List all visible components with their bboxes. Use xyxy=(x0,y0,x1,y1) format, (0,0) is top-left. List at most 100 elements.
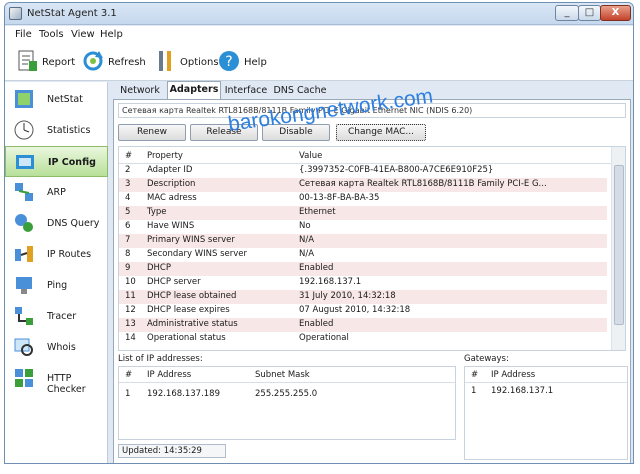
row-value: Operational xyxy=(299,333,349,343)
sidebar-item-ip-routes[interactable]: IP Routes xyxy=(5,239,108,270)
refresh-icon xyxy=(83,51,103,71)
row-number: 11 xyxy=(125,291,136,301)
sidebar-item-arp[interactable]: ARP xyxy=(5,177,108,208)
row-property: Adapter ID xyxy=(147,165,193,175)
row-number: 9 xyxy=(125,263,131,273)
report-label: Report xyxy=(42,57,76,68)
table-row[interactable]: 9 DHCP Enabled xyxy=(119,262,607,276)
status-updated: Updated: 14:35:29 xyxy=(118,444,226,458)
sidebar-item-tracer[interactable]: Tracer xyxy=(5,301,108,332)
row-number: 8 xyxy=(125,249,131,259)
col-value[interactable]: Value xyxy=(299,151,322,161)
gateways-label: Gateways: xyxy=(464,354,509,364)
table-row[interactable]: 6 Have WINS No xyxy=(119,220,607,234)
sidebar-item-statistics[interactable]: Statistics xyxy=(5,115,108,146)
gateways-list: # IP Address 1 192.168.137.1 xyxy=(464,366,628,460)
options-button[interactable]: Options xyxy=(153,49,219,75)
table-row[interactable]: 2 Adapter ID {.3997352-C0FB-41EA-B800-A7CE… xyxy=(119,164,607,178)
row-number: 5 xyxy=(125,207,131,217)
table-row[interactable]: 7 Primary WINS server N/A xyxy=(119,234,607,248)
menu-help[interactable]: Help xyxy=(100,29,123,40)
row-number: 12 xyxy=(125,305,136,315)
ip-routes-icon xyxy=(15,246,33,262)
sidebar-item-http-checker[interactable]: HTTP Checker xyxy=(5,363,108,395)
col-number[interactable]: # xyxy=(125,151,132,161)
report-button[interactable]: Report xyxy=(15,49,77,75)
sidebar-label: IP Routes xyxy=(47,249,92,260)
row-value: Enabled xyxy=(299,263,334,273)
gw-row-address: 192.168.137.1 xyxy=(491,386,554,396)
table-row[interactable]: 12 DHCP lease expires 07 August 2010, 14:3… xyxy=(119,304,607,318)
menu-view[interactable]: View xyxy=(71,29,95,40)
row-number: 14 xyxy=(125,333,136,343)
renew-button[interactable]: Renew xyxy=(118,124,186,141)
col-property[interactable]: Property xyxy=(147,151,183,161)
table-row[interactable]: 14 Operational status Operational xyxy=(119,332,607,346)
adapters-panel: Сетевая карта Realtek RTL8168B/8111B Fam… xyxy=(113,99,631,463)
row-property: Type xyxy=(147,207,167,217)
tab-network[interactable]: Network xyxy=(115,83,165,99)
ip-list-label: List of IP addresses: xyxy=(118,354,203,364)
grid-scrollbar[interactable] xyxy=(611,147,625,350)
ip-col-mask[interactable]: Subnet Mask xyxy=(255,370,310,380)
row-number: 7 xyxy=(125,235,131,245)
table-row[interactable]: 5 Type Ethernet xyxy=(119,206,607,220)
ip-list-row[interactable]: 1 192.168.137.189 255.255.255.0 xyxy=(119,386,455,401)
report-icon xyxy=(18,50,37,71)
sidebar-item-dns-query[interactable]: DNS Query xyxy=(5,208,108,239)
ip-row-number: 1 xyxy=(125,389,131,399)
row-property: Administrative status xyxy=(147,319,238,329)
row-value: 00-13-8F-BA-BA-35 xyxy=(299,193,380,203)
ping-icon xyxy=(16,277,32,294)
scroll-thumb[interactable] xyxy=(614,165,624,325)
ip-list: # IP Address Subnet Mask 1 192.168.137.1… xyxy=(118,366,456,440)
table-row[interactable]: 11 DHCP lease obtained 31 July 2010, 14:32… xyxy=(119,290,607,304)
table-row[interactable]: 3 Description Сетевая карта Realtek RTL816… xyxy=(119,178,607,192)
ip-list-header: # IP Address Subnet Mask xyxy=(119,367,455,383)
toolbar: Report Refresh Options ? Help xyxy=(5,43,633,81)
help-button[interactable]: ? Help xyxy=(217,49,273,75)
statistics-icon xyxy=(14,120,34,140)
window-title: NetStat Agent 3.1 xyxy=(27,8,117,19)
gateway-row[interactable]: 1 192.168.137.1 xyxy=(465,383,627,398)
tab-dns-cache[interactable]: DNS Cache xyxy=(271,83,329,99)
sidebar-item-ping[interactable]: Ping xyxy=(5,270,108,301)
table-row[interactable]: 4 MAC adress 00-13-8F-BA-BA-35 xyxy=(119,192,607,206)
arp-icon xyxy=(15,183,33,201)
menu-file[interactable]: File xyxy=(15,29,32,40)
maximize-button[interactable]: □ xyxy=(578,5,601,21)
gw-col-number[interactable]: # xyxy=(471,370,478,380)
menu-tools[interactable]: Tools xyxy=(39,29,64,40)
ip-col-number[interactable]: # xyxy=(125,370,132,380)
gw-row-number: 1 xyxy=(471,386,477,396)
help-icon: ? xyxy=(219,51,239,71)
sidebar-label: Ping xyxy=(47,280,68,291)
svg-text:?: ? xyxy=(225,54,232,70)
row-value: 07 August 2010, 14:32:18 xyxy=(299,305,411,315)
tab-adapters[interactable]: Adapters xyxy=(167,81,221,100)
table-row[interactable]: 13 Administrative status Enabled xyxy=(119,318,607,332)
ip-col-address[interactable]: IP Address xyxy=(147,370,191,380)
netstat-icon xyxy=(15,90,33,108)
sidebar-item-ip-config[interactable]: IP Config xyxy=(5,146,108,177)
sidebar-item-netstat[interactable]: NetStat xyxy=(5,84,108,115)
change-mac-button[interactable]: Change MAC... xyxy=(336,124,426,141)
table-row[interactable]: 8 Secondary WINS server N/A xyxy=(119,248,607,262)
http-checker-icon xyxy=(15,369,33,387)
minimize-button[interactable]: _ xyxy=(555,5,579,21)
row-number: 4 xyxy=(125,193,131,203)
row-property: DHCP server xyxy=(147,277,201,287)
wrench-icon xyxy=(159,51,171,71)
dns-query-icon xyxy=(15,214,33,232)
app-icon xyxy=(9,7,22,20)
row-property: DHCP xyxy=(147,263,171,273)
help-label: Help xyxy=(244,57,267,68)
sidebar-item-whois[interactable]: Whois xyxy=(5,332,108,363)
tab-interface[interactable]: Interface xyxy=(223,83,269,99)
table-row[interactable]: 10 DHCP server 192.168.137.1 xyxy=(119,276,607,290)
gw-col-address[interactable]: IP Address xyxy=(491,370,535,380)
refresh-button[interactable]: Refresh xyxy=(81,49,147,75)
close-button[interactable]: X xyxy=(600,5,631,21)
row-value: N/A xyxy=(299,235,315,245)
sidebar-label: Statistics xyxy=(47,125,91,136)
